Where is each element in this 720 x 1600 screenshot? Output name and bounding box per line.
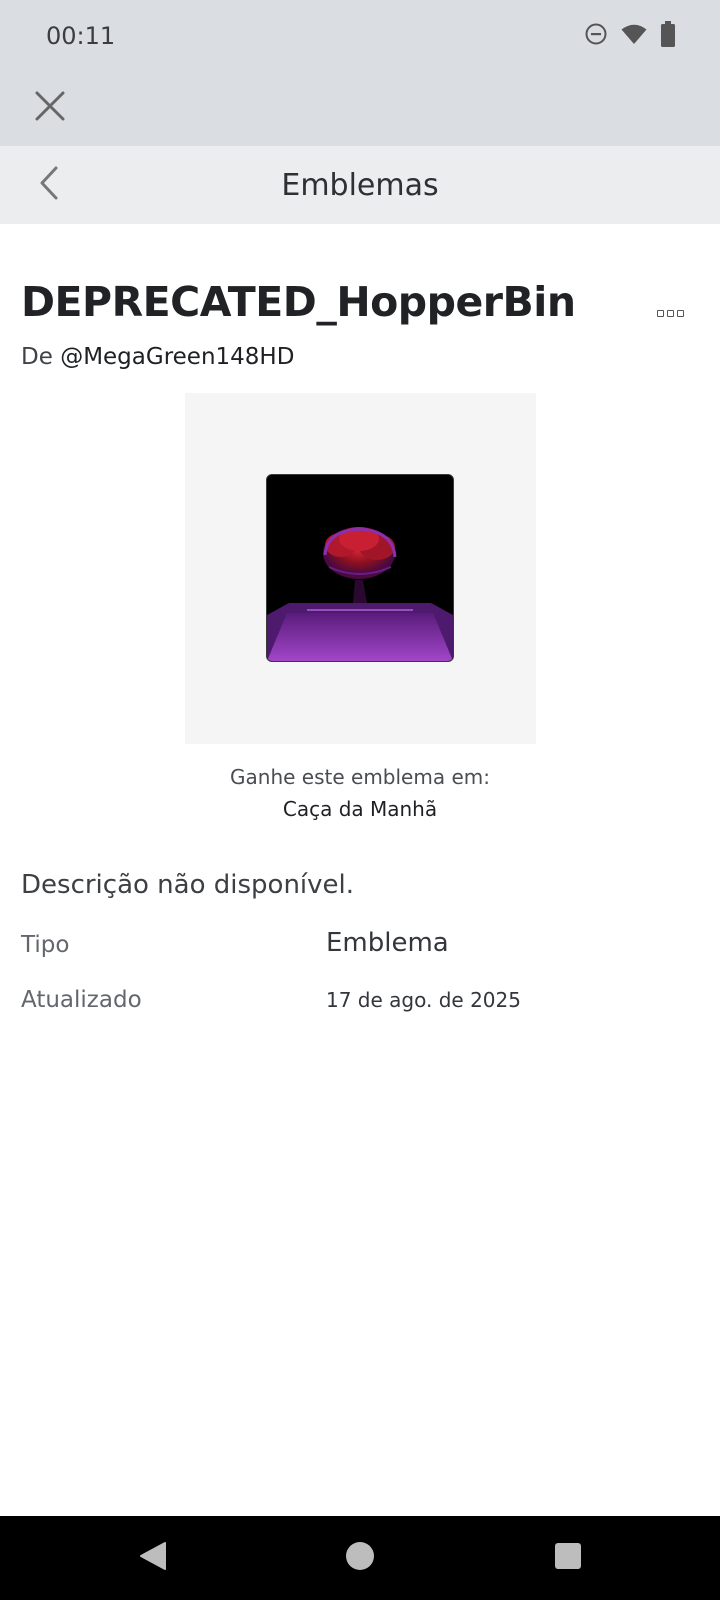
more-dot — [666, 309, 674, 317]
close-icon — [34, 90, 66, 127]
page-title: Emblemas — [281, 168, 439, 203]
experience-link[interactable]: Caça da Manhã — [0, 797, 720, 821]
badge-image — [266, 474, 454, 662]
updated-value: 17 de ago. de 2025 — [326, 988, 521, 1012]
more-dot — [656, 309, 664, 317]
status-icons — [584, 20, 676, 52]
creator-link[interactable]: @MegaGreen148HD — [60, 344, 294, 370]
toolbar — [0, 72, 720, 146]
status-time: 00:11 — [46, 22, 116, 50]
battery-icon — [660, 20, 676, 52]
nav-home-button[interactable] — [340, 1538, 380, 1578]
updated-label: Atualizado — [21, 987, 142, 1013]
badge-description: Descrição não disponível. — [21, 870, 355, 900]
header: Emblemas — [0, 146, 720, 224]
wifi-icon — [620, 22, 648, 51]
nav-recents-icon — [554, 1542, 582, 1575]
more-dot — [676, 309, 684, 317]
badge-image-panel — [185, 393, 536, 744]
close-button[interactable] — [28, 86, 72, 130]
nav-back-icon — [138, 1540, 168, 1577]
type-label: Tipo — [21, 932, 70, 958]
more-options-button[interactable] — [650, 300, 690, 326]
navigation-bar — [0, 1516, 720, 1600]
status-bar: 00:11 — [0, 0, 720, 72]
creator-line: De @MegaGreen148HD — [21, 344, 294, 370]
nav-back-button[interactable] — [133, 1538, 173, 1578]
nav-recents-button[interactable] — [548, 1538, 588, 1578]
earn-label: Ganhe este emblema em: — [230, 765, 490, 789]
type-value: Emblema — [326, 928, 449, 958]
badge-name: DEPRECATED_HopperBin — [21, 278, 576, 326]
nav-home-icon — [345, 1541, 375, 1576]
do-not-disturb-icon — [584, 22, 608, 51]
creator-prefix: De — [21, 344, 53, 370]
